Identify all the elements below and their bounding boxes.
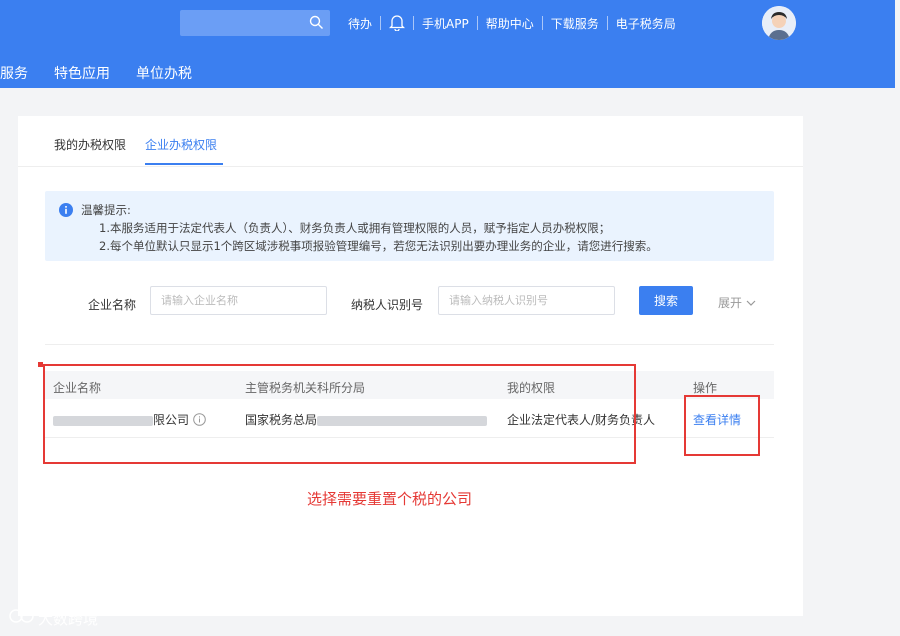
notice-title: 温馨提示: <box>81 203 131 217</box>
watermark-logo-icon <box>8 606 38 630</box>
top-nav-todo[interactable]: 待办 <box>348 15 372 32</box>
watermark: 大数跨境 <box>8 606 98 630</box>
header-search-input[interactable] <box>180 10 330 36</box>
annotation-text: 选择需要重置个税的公司 <box>307 490 473 508</box>
expand-toggle[interactable]: 展开 <box>718 294 756 311</box>
active-tab-indicator <box>145 163 223 165</box>
divider <box>45 344 774 345</box>
top-nav-download[interactable]: 下载服务 <box>551 15 599 32</box>
top-nav-mobile-app[interactable]: 手机APP <box>422 15 469 32</box>
company-name-label: 企业名称 <box>88 298 137 312</box>
divider <box>606 16 608 30</box>
search-icon[interactable] <box>309 15 324 33</box>
tab-my-permissions[interactable]: 我的办税权限 <box>54 136 126 153</box>
highlight-box-company-row <box>43 364 636 464</box>
divider <box>413 16 415 30</box>
top-nav-help-center[interactable]: 帮助中心 <box>486 15 534 32</box>
company-name-input[interactable] <box>150 286 327 315</box>
tab-company-permissions[interactable]: 企业办税权限 <box>145 136 217 153</box>
highlight-box-action <box>684 395 760 456</box>
top-header: 待办 手机APP 帮助中心 下载服务 电子税务局 服务 特色应用 单位办税 <box>0 0 895 88</box>
divider <box>541 16 543 30</box>
notice-line-2: 2.每个单位默认只显示1个跨区域涉税事项报验管理编号，若您无法识别出要办理业务的… <box>99 239 658 253</box>
divider <box>476 16 478 30</box>
notice-box: 温馨提示: 1.本服务适用于法定代表人（负责人）、财务负责人或拥有管理权限的人员… <box>45 191 774 261</box>
main-nav-services[interactable]: 服务 <box>0 63 28 83</box>
main-nav-featured-apps[interactable]: 特色应用 <box>54 63 110 83</box>
expand-label: 展开 <box>718 296 743 310</box>
divider <box>380 16 382 30</box>
chevron-down-icon <box>746 296 756 310</box>
tab-bar: 我的办税权限 企业办税权限 <box>18 116 803 167</box>
search-button[interactable]: 搜索 <box>639 286 693 315</box>
main-nav-unit-tax[interactable]: 单位办税 <box>136 63 192 83</box>
taxpayer-id-label: 纳税人识别号 <box>351 298 424 312</box>
avatar[interactable] <box>762 6 796 40</box>
bell-icon[interactable] <box>388 13 406 34</box>
top-nav-tax-bureau[interactable]: 电子税务局 <box>616 15 676 32</box>
notice-line-1: 1.本服务适用于法定代表人（负责人）、财务负责人或拥有管理权限的人员，赋予指定人… <box>99 221 611 235</box>
main-nav: 服务 特色应用 单位办税 <box>0 63 218 83</box>
watermark-text: 大数跨境 <box>38 609 99 628</box>
taxpayer-id-input[interactable] <box>438 286 615 315</box>
user-avatar-icon <box>762 6 796 40</box>
top-nav: 待办 手机APP 帮助中心 下载服务 电子税务局 <box>348 13 676 33</box>
info-icon <box>59 203 73 220</box>
filter-bar: 企业名称 纳税人识别号 搜索 展开 <box>18 286 803 326</box>
column-header-action: 操作 <box>693 381 718 395</box>
